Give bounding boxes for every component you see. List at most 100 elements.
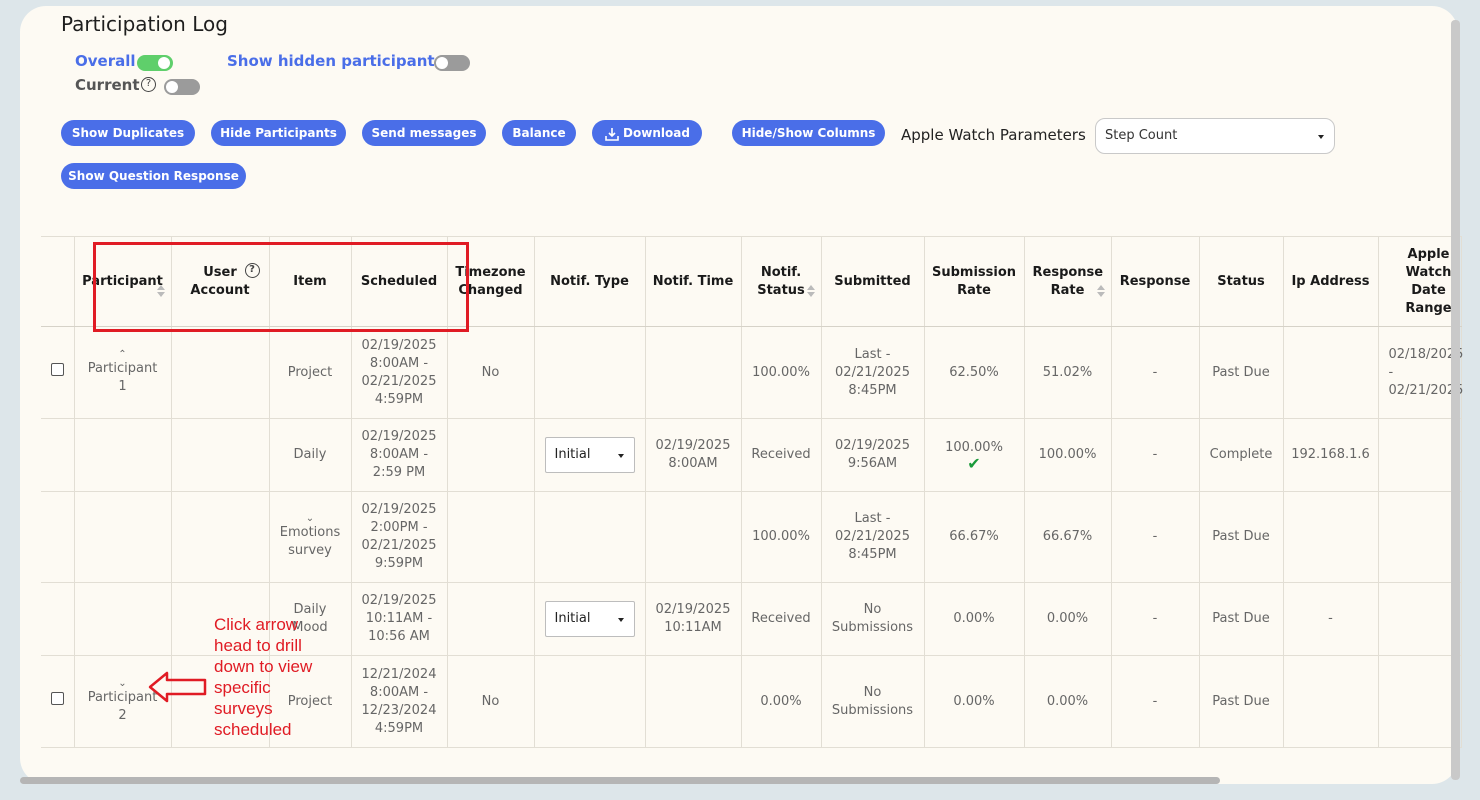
submitted-cell: No Submissions — [821, 655, 925, 748]
submitted-cell: Last - 02/21/2025 8:45PM — [821, 491, 925, 583]
item-cell: ⌄ Emotions survey — [269, 491, 352, 583]
hide-show-columns-button[interactable]: Hide/Show Columns — [732, 120, 885, 146]
show-duplicates-button[interactable]: Show Duplicates — [61, 120, 195, 146]
notif-type-select[interactable]: Initial — [544, 437, 635, 473]
notif-time-cell: 02/19/2025 10:11AM — [645, 582, 742, 656]
notif-status-column-header[interactable]: Notif. Status — [741, 236, 822, 327]
response-column-header: Response — [1111, 236, 1200, 327]
apple-watch-selected-value: Step Count — [1105, 128, 1178, 143]
response-rate-cell: 0.00% — [1024, 655, 1112, 748]
download-icon — [605, 127, 619, 141]
timezone-changed-cell: No — [447, 326, 535, 419]
submission-rate-cell: 0.00% — [924, 655, 1025, 748]
apple-watch-parameters-label: Apple Watch Parameters — [901, 126, 1086, 144]
horizontal-scrollbar[interactable] — [20, 777, 1220, 784]
notif-status-cell: 100.00% — [741, 491, 822, 583]
scheduled-cell: 12/21/2024 8:00AM - 12/23/2024 4:59PM — [351, 655, 448, 748]
notif-type-cell — [534, 326, 646, 419]
chevron-down-icon — [617, 454, 624, 458]
highlight-box — [93, 242, 469, 332]
ip-address-column-header: Ip Address — [1283, 236, 1379, 327]
response-rate-column-header[interactable]: Response Rate — [1024, 236, 1112, 327]
table-row: ⌃ Participant 1 Project 02/19/2025 8:00AM … — [41, 326, 1463, 419]
apple-watch-parameters-select[interactable]: Step Count — [1095, 118, 1335, 154]
submission-rate-cell: 100.00% ✔ — [924, 418, 1025, 492]
annotation-note: Click arrow head to drill down to view s… — [214, 615, 313, 739]
notif-type-cell: Initial — [534, 418, 646, 492]
status-cell: Past Due — [1199, 491, 1284, 583]
overall-toggle[interactable] — [137, 55, 173, 71]
user-account-cell — [171, 326, 270, 419]
scheduled-cell: 02/19/2025 2:00PM - 02/21/2025 9:59PM — [351, 491, 448, 583]
apple-watch-date-range-column-header: Apple Watch Date Range — [1378, 236, 1462, 327]
item-cell: Daily — [269, 418, 352, 492]
response-cell: - — [1111, 582, 1200, 656]
scheduled-cell: 02/19/2025 8:00AM - 2:59 PM — [351, 418, 448, 492]
status-cell: Past Due — [1199, 326, 1284, 419]
chevron-down-icon[interactable]: ⌄ — [270, 514, 351, 524]
status-cell: Past Due — [1199, 655, 1284, 748]
notif-status-cell: Received — [741, 582, 822, 656]
chevron-down-icon — [1318, 135, 1324, 139]
submission-rate-cell: 0.00% — [924, 582, 1025, 656]
notif-time-cell — [645, 326, 742, 419]
notif-type-select[interactable]: Initial — [544, 601, 635, 637]
submission-rate-cell: 66.67% — [924, 491, 1025, 583]
download-button[interactable]: Download — [592, 120, 702, 146]
table-row: ⌄ Emotions survey 02/19/2025 2:00PM - 02/2… — [41, 491, 1462, 583]
ip-address-cell: 192.168.1.6 — [1283, 418, 1379, 492]
row-checkbox[interactable] — [50, 692, 64, 705]
response-rate-cell: 51.02% — [1024, 326, 1112, 419]
timezone-changed-cell: No — [447, 655, 535, 748]
send-messages-button[interactable]: Send messages — [362, 120, 486, 146]
sort-icon[interactable] — [1096, 285, 1105, 297]
row-checkbox[interactable] — [50, 363, 64, 376]
show-hidden-participants-toggle[interactable] — [434, 55, 470, 71]
ip-address-cell — [1283, 326, 1379, 419]
response-rate-cell: 0.00% — [1024, 582, 1112, 656]
sort-icon[interactable] — [806, 285, 815, 297]
submission-rate-cell: 62.50% — [924, 326, 1025, 419]
submitted-column-header: Submitted — [821, 236, 925, 327]
notif-type-cell: Initial — [534, 582, 646, 656]
response-cell: - — [1111, 655, 1200, 748]
current-toggle[interactable] — [164, 79, 200, 95]
show-question-response-button[interactable]: Show Question Response — [61, 163, 246, 189]
response-rate-cell: 100.00% — [1024, 418, 1112, 492]
chevron-down-icon — [617, 618, 624, 622]
annotation-arrow-icon — [148, 671, 207, 703]
scheduled-cell: 02/19/2025 10:11AM - 10:56 AM — [351, 582, 448, 656]
balance-button[interactable]: Balance — [502, 120, 576, 146]
hide-participants-button[interactable]: Hide Participants — [211, 120, 346, 146]
chevron-up-icon[interactable]: ⌃ — [75, 349, 171, 360]
status-cell: Complete — [1199, 418, 1284, 492]
submitted-cell: Last - 02/21/2025 8:45PM — [821, 326, 925, 419]
current-toggle-label: Current — [75, 76, 140, 94]
vertical-scrollbar[interactable] — [1451, 20, 1460, 780]
item-cell: Project — [269, 326, 352, 419]
status-column-header: Status — [1199, 236, 1284, 327]
notif-status-cell: 100.00% — [741, 326, 822, 419]
response-cell: - — [1111, 326, 1200, 419]
notif-status-cell: 0.00% — [741, 655, 822, 748]
select-column-header — [41, 236, 75, 327]
submitted-cell: No Submissions — [821, 582, 925, 656]
table-row: Daily 02/19/2025 8:00AM - 2:59 PM Initia… — [41, 418, 1462, 492]
submission-rate-column-header: Submission Rate — [924, 236, 1025, 327]
scheduled-cell: 02/19/2025 8:00AM - 02/21/2025 4:59PM — [351, 326, 448, 419]
row-select-cell — [41, 326, 75, 419]
checkmark-icon: ✔ — [967, 454, 981, 473]
current-help-icon[interactable]: ? — [141, 77, 156, 92]
notif-time-cell: 02/19/2025 8:00AM — [645, 418, 742, 492]
notif-status-cell: Received — [741, 418, 822, 492]
submitted-cell: 02/19/2025 9:56AM — [821, 418, 925, 492]
participant-cell: ⌃ Participant 1 — [74, 326, 172, 419]
notif-type-column-header: Notif. Type — [534, 236, 646, 327]
download-label: Download — [623, 126, 690, 140]
apple-watch-range-cell: 02/18/2025 - 02/21/2025 — [1378, 326, 1463, 419]
response-cell: - — [1111, 491, 1200, 583]
row-select-cell — [41, 655, 75, 748]
ip-address-cell: - — [1283, 582, 1379, 656]
response-rate-cell: 66.67% — [1024, 491, 1112, 583]
response-cell: - — [1111, 418, 1200, 492]
